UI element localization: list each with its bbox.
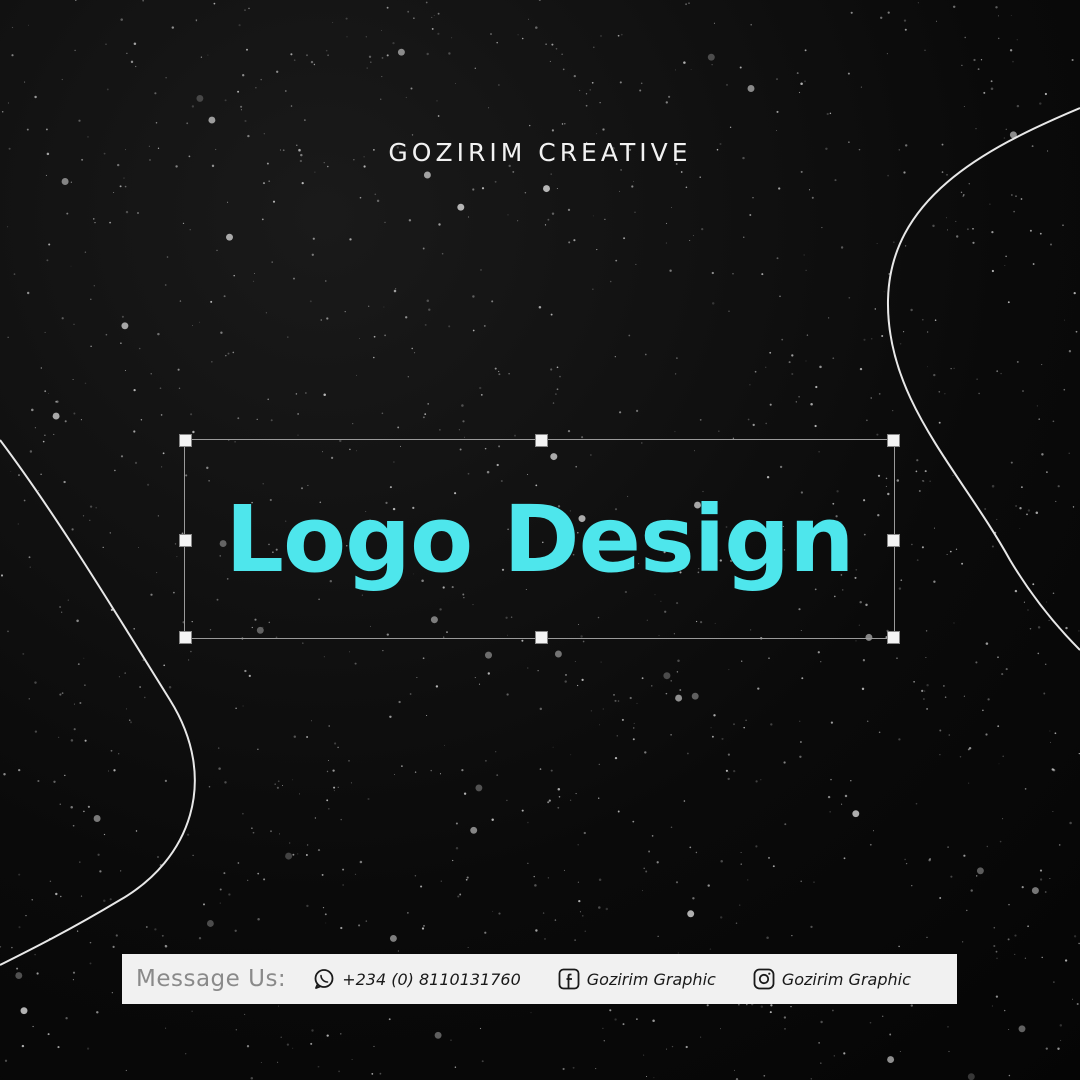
handle-bottom-right <box>887 631 900 644</box>
handle-top-right <box>887 434 900 447</box>
instagram-icon <box>753 968 775 990</box>
brand-name: GOZIRIM CREATIVE <box>388 138 692 167</box>
handle-bottom-left <box>179 631 192 644</box>
facebook-icon <box>558 968 580 990</box>
contact-facebook-text: Gozirim Graphic <box>586 969 716 989</box>
contact-whatsapp[interactable]: +234 (0) 8110131760 <box>312 967 521 991</box>
whatsapp-icon <box>314 969 334 989</box>
right-curve <box>886 107 1080 651</box>
contact-instagram-text: Gozirim Graphic <box>781 969 911 989</box>
headline: Logo Design <box>225 486 854 593</box>
poster-canvas: GOZIRIM CREATIVE Logo Design Message Us:… <box>0 0 1080 1080</box>
handle-top-left <box>179 434 192 447</box>
message-us-label: Message Us: <box>136 966 287 992</box>
handle-top-middle <box>535 434 548 447</box>
handle-bottom-middle <box>535 631 548 644</box>
contact-instagram[interactable]: Gozirim Graphic <box>752 967 911 991</box>
contact-facebook[interactable]: Gozirim Graphic <box>557 967 716 991</box>
contact-bar: Message Us: +234 (0) 8110131760 Gozirim … <box>122 954 957 1004</box>
contact-whatsapp-text: +234 (0) 8110131760 <box>342 969 521 989</box>
left-curve <box>0 439 196 966</box>
